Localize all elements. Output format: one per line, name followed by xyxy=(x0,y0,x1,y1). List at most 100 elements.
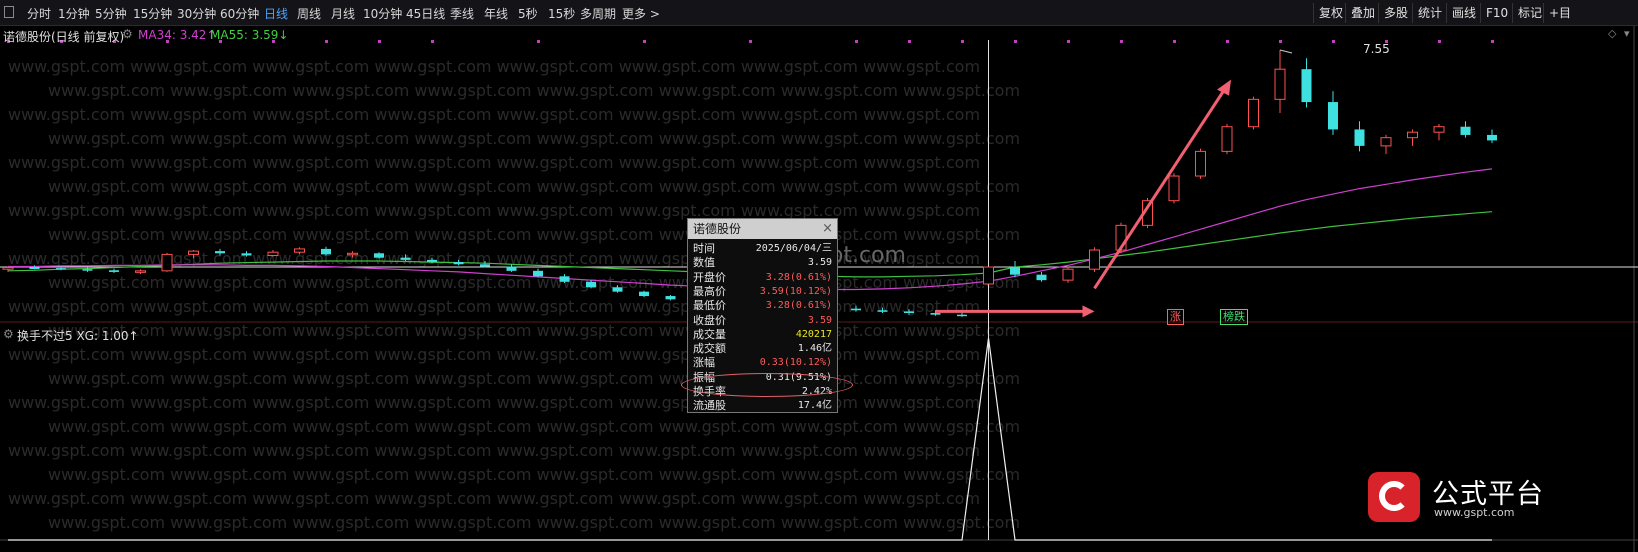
close-icon[interactable]: × xyxy=(822,219,833,239)
tab-11[interactable]: 季线 xyxy=(450,5,474,22)
tab-9[interactable]: 10分钟 xyxy=(363,5,402,22)
tooltip-row-label: 成交量 xyxy=(693,327,726,341)
candle-body xyxy=(877,310,888,312)
candle-body xyxy=(1274,68,1286,100)
top-marker-dot xyxy=(1438,40,1441,43)
tooltip-row: 时间 2025/06/04/三 xyxy=(688,241,837,256)
tab-2[interactable]: 5分钟 xyxy=(95,5,127,22)
toolbar-button-0[interactable]: 复权 xyxy=(1313,3,1348,23)
tab-13[interactable]: 5秒 xyxy=(518,5,538,22)
candle-body xyxy=(983,266,994,285)
settings-gear-icon[interactable]: ⚙ xyxy=(122,27,133,41)
candle-body xyxy=(1407,131,1418,139)
tab-4[interactable]: 30分钟 xyxy=(177,5,216,22)
tooltip-row-label: 涨幅 xyxy=(693,356,715,370)
ma34-label: MA34: 3.42↑ xyxy=(138,28,217,42)
top-marker-dot xyxy=(431,40,434,43)
toolbar-button-3[interactable]: 统计 xyxy=(1412,3,1447,23)
tooltip-row-value: 3.59(10.12%) xyxy=(759,285,832,297)
flat-arrow-head xyxy=(1082,305,1095,318)
ma55-label: MA55: 3.59↓ xyxy=(210,28,289,42)
toolbar-button-6[interactable]: 标记 xyxy=(1512,3,1547,23)
candle-body xyxy=(135,270,146,273)
signal-label-1: 涨 xyxy=(1167,309,1184,325)
dropdown-chevron-icon[interactable]: ▾ xyxy=(1624,27,1630,40)
signal-label-2: 榜跌 xyxy=(1220,309,1248,325)
watermark-text-1: www.gspt.com www.gspt.com www.gspt.com w… xyxy=(48,81,1020,100)
tooltip-row-value: 3.28(0.61%) xyxy=(765,271,832,283)
candle-body xyxy=(29,267,40,270)
toolbar-button-4[interactable]: 画线 xyxy=(1446,3,1481,23)
candle-body xyxy=(506,266,517,271)
menu-icon[interactable] xyxy=(4,6,14,18)
watermark-text-19: www.gspt.com www.gspt.com www.gspt.com w… xyxy=(48,513,1020,532)
tooltip-row-label: 时间 xyxy=(693,242,715,255)
candle-body xyxy=(1221,126,1233,152)
tab-14[interactable]: 15秒 xyxy=(548,5,575,22)
tab-3[interactable]: 15分钟 xyxy=(133,5,172,22)
toolbar-button-1[interactable]: 叠加 xyxy=(1345,3,1380,23)
tooltip-row-value: 17.4亿 xyxy=(797,400,832,412)
tooltip-row: 最低价 3.28(0.61%) xyxy=(688,298,837,313)
top-marker-dot xyxy=(1332,40,1335,43)
tooltip-row: 开盘价 3.28(0.61%) xyxy=(688,270,837,285)
toolbar-button-2[interactable]: 多股 xyxy=(1378,3,1413,23)
top-marker-dot xyxy=(1014,40,1017,43)
candle-body xyxy=(400,257,411,260)
tooltip-row-value: 0.33(10.12%) xyxy=(759,357,832,369)
tooltip-row-label: 数值 xyxy=(693,256,715,270)
top-marker-dot xyxy=(537,40,540,43)
tab-8[interactable]: 月线 xyxy=(331,5,355,22)
indicator-label: 换手不过5 XG: 1.00↑ xyxy=(17,329,139,343)
candle-body xyxy=(241,253,252,256)
candle-body xyxy=(904,311,914,314)
diamond-icon[interactable]: ◇ xyxy=(1608,27,1616,40)
candle-body xyxy=(161,253,173,272)
tab-15[interactable]: 多周期 xyxy=(580,5,616,22)
candle-body xyxy=(480,264,490,267)
top-marker-dot xyxy=(1067,40,1070,43)
tab-12[interactable]: 年线 xyxy=(484,5,508,22)
tooltip-row-label: 开盘价 xyxy=(693,270,726,284)
tooltip-row: 最高价 3.59(10.12%) xyxy=(688,284,837,299)
top-marker-dot xyxy=(1279,40,1282,43)
tab-0[interactable]: 分时 xyxy=(27,5,51,22)
tooltip-row: 成交量 420217 xyxy=(688,327,837,342)
candle-body xyxy=(1380,137,1392,147)
tab-6[interactable]: 日线 xyxy=(264,5,288,22)
indicator-gear-icon[interactable]: ⚙ xyxy=(3,327,14,341)
toolbar-button-5[interactable]: F10 xyxy=(1480,3,1513,23)
top-marker-dot xyxy=(643,40,646,43)
watermark-text-4: www.gspt.com www.gspt.com www.gspt.com w… xyxy=(8,153,980,172)
top-marker-dot xyxy=(325,40,328,43)
top-marker-dot xyxy=(961,40,964,43)
candle-body xyxy=(586,281,596,288)
logo-g-icon xyxy=(1379,481,1409,511)
tooltip-row-value: 2025/06/04/三 xyxy=(755,243,832,254)
candle-body xyxy=(1433,126,1445,133)
tab-5[interactable]: 60分钟 xyxy=(220,5,259,22)
highlight-ellipse xyxy=(681,373,853,397)
top-marker-dot xyxy=(1491,40,1494,43)
tab-10[interactable]: 45日线 xyxy=(406,5,445,22)
candle-body xyxy=(188,250,199,255)
tab-16[interactable]: 更多 > xyxy=(622,5,660,22)
watermark-text-17: www.gspt.com www.gspt.com www.gspt.com w… xyxy=(48,465,1020,484)
candle-body xyxy=(2,267,14,270)
tab-7[interactable]: 周线 xyxy=(297,5,321,22)
toolbar-button-7[interactable]: +目 xyxy=(1543,3,1576,23)
tooltip-row-value: 1.46亿 xyxy=(797,343,832,355)
watermark-text-16: www.gspt.com www.gspt.com www.gspt.com w… xyxy=(8,441,980,460)
watermark-text-3: www.gspt.com www.gspt.com www.gspt.com w… xyxy=(48,129,1020,148)
top-marker-dot xyxy=(1226,40,1229,43)
tooltip-row: 流通股 17.4亿 xyxy=(688,398,837,413)
tooltip-row-value: 3.28(0.61%) xyxy=(765,300,832,312)
candle-body xyxy=(533,270,543,277)
candle-body xyxy=(1354,129,1365,146)
rise-arrow-head xyxy=(1217,79,1231,96)
tooltip-row: 成交额 1.46亿 xyxy=(688,341,837,356)
tab-1[interactable]: 1分钟 xyxy=(58,5,90,22)
top-marker-dot xyxy=(1173,40,1176,43)
candle-body xyxy=(559,276,570,282)
candle-body xyxy=(215,251,225,254)
